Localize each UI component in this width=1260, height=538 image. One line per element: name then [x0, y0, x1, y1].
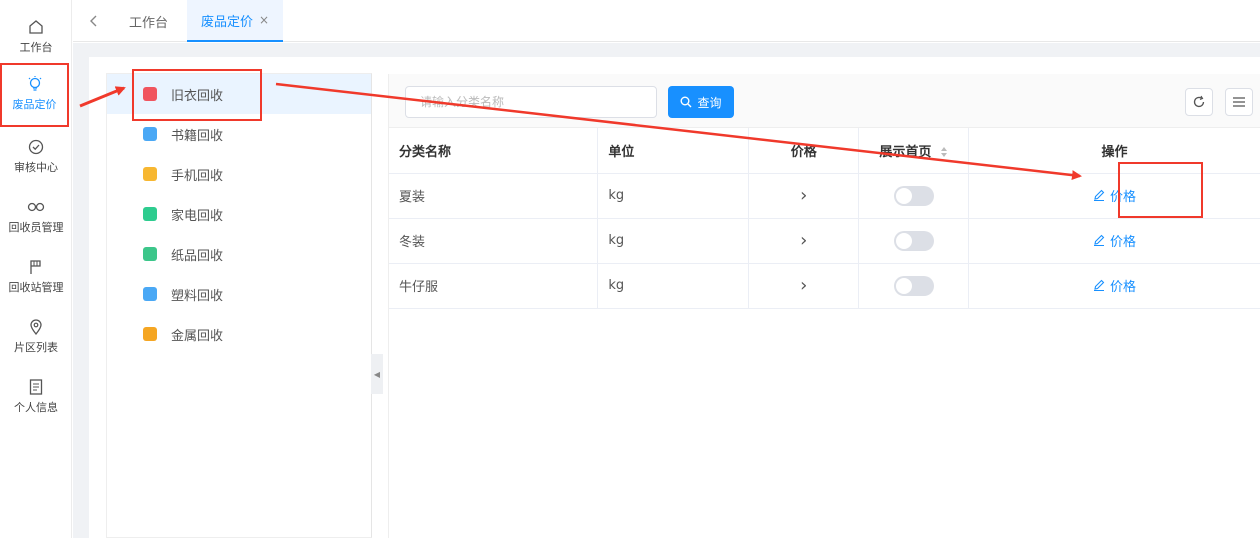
header-unit: 单位	[597, 128, 750, 174]
refresh-icon	[1193, 95, 1205, 108]
nav-label: 片区列表	[14, 341, 58, 354]
location-pin-icon	[27, 318, 45, 336]
header-show-home-label: 展示首页	[879, 144, 932, 160]
paper-icon	[143, 247, 157, 261]
cell-category-name: 牛仔服	[389, 263, 599, 309]
category-label: 塑料回收	[171, 288, 224, 304]
cell-unit: kg	[597, 173, 750, 219]
show-home-toggle[interactable]	[893, 275, 934, 296]
document-icon	[27, 378, 45, 396]
toolbar: 查询	[389, 74, 1260, 128]
header-actions: 操作	[968, 128, 1260, 174]
price-table: 分类名称 单位 价格 展示首页 操作 夏装 kg › 价格 冬装 kg › 价格…	[389, 128, 1260, 309]
nav-item-waste-pricing[interactable]: 废品定价	[0, 63, 69, 127]
show-home-toggle[interactable]	[893, 185, 934, 206]
category-item-metal[interactable]: 金属回收	[107, 314, 371, 354]
phone-icon	[143, 167, 157, 181]
table-row: 冬装 kg › 价格	[389, 218, 1260, 264]
show-home-toggle[interactable]	[893, 230, 934, 251]
table-row: 牛仔服 kg › 价格	[389, 263, 1260, 309]
check-circle-icon	[27, 138, 45, 156]
category-list: 旧衣回收 书籍回收 手机回收 家电回收 纸品回收 塑料回收 金属回收	[106, 73, 372, 538]
metal-icon	[143, 327, 157, 341]
nav-item-recycler-management[interactable]: 回收员管理	[0, 188, 72, 246]
cell-category-name: 冬装	[389, 218, 599, 264]
header-category-name: 分类名称	[389, 128, 599, 174]
category-item-appliances[interactable]: 家电回收	[107, 194, 371, 234]
book-icon	[143, 127, 157, 141]
plastic-icon	[143, 287, 157, 301]
edit-icon	[1093, 234, 1105, 247]
nav-label: 工作台	[19, 41, 53, 54]
annotation-highlight-category	[132, 69, 262, 121]
tab-waste-pricing[interactable]: 废品定价 ×	[187, 0, 284, 42]
category-label: 家电回收	[171, 208, 224, 224]
tab-workbench[interactable]: 工作台	[115, 0, 182, 42]
header-price: 价格	[748, 128, 860, 174]
category-label: 纸品回收	[171, 248, 224, 264]
cell-category-name: 夏装	[389, 173, 599, 219]
nav-label: 回收员管理	[8, 221, 64, 234]
cell-unit: kg	[597, 263, 750, 309]
refresh-button[interactable]	[1185, 88, 1213, 116]
nav-label: 审核中心	[14, 161, 58, 174]
back-button[interactable]	[85, 11, 103, 31]
pricing-panel: 查询 分类名称 单位 价格 展示首页 操作	[388, 74, 1260, 538]
category-item-paper[interactable]: 纸品回收	[107, 234, 371, 274]
cell-unit: kg	[597, 218, 750, 264]
side-nav: 工作台 废品定价 审核中心 回收员管理 回收站管理 片区列表 个人信息	[0, 0, 72, 538]
edit-price-link[interactable]: 价格	[1093, 276, 1136, 295]
collapse-handle[interactable]: ◀	[371, 354, 383, 394]
flag-icon	[27, 258, 45, 276]
infinity-icon	[27, 198, 45, 216]
annotation-highlight-price-action	[1118, 162, 1203, 218]
nav-label: 回收站管理	[8, 281, 64, 294]
category-label: 书籍回收	[171, 128, 224, 144]
tab-bar: 工作台 废品定价 ×	[73, 0, 1260, 42]
category-item-plastic[interactable]: 塑料回收	[107, 274, 371, 314]
nav-item-district-list[interactable]: 片区列表	[0, 308, 72, 366]
price-expand-chevron[interactable]: ›	[748, 218, 860, 264]
category-label: 金属回收	[171, 328, 224, 344]
nav-label: 废品定价	[12, 98, 57, 111]
tab-label: 废品定价	[201, 14, 254, 30]
edit-icon	[1093, 279, 1105, 292]
close-icon[interactable]: ×	[259, 13, 269, 27]
chevron-left-icon	[90, 15, 97, 27]
columns-button[interactable]	[1225, 88, 1253, 116]
sort-icon[interactable]	[940, 146, 948, 158]
appliance-icon	[143, 207, 157, 221]
nav-item-review-center[interactable]: 审核中心	[0, 128, 72, 186]
edit-icon	[1093, 189, 1105, 202]
query-button[interactable]: 查询	[668, 86, 734, 118]
edit-price-label: 价格	[1110, 279, 1137, 295]
category-item-phones[interactable]: 手机回收	[107, 154, 371, 194]
search-input[interactable]	[405, 86, 657, 118]
header-show-home[interactable]: 展示首页	[858, 128, 970, 174]
nav-item-station-management[interactable]: 回收站管理	[0, 248, 72, 306]
nav-item-personal-info[interactable]: 个人信息	[0, 368, 72, 426]
edit-price-label: 价格	[1110, 234, 1137, 250]
nav-item-workbench[interactable]: 工作台	[0, 8, 72, 66]
search-icon	[680, 96, 692, 108]
lightbulb-icon	[26, 75, 44, 93]
price-expand-chevron[interactable]: ›	[748, 173, 860, 219]
menu-icon	[1233, 97, 1245, 107]
nav-label: 个人信息	[14, 401, 58, 414]
category-label: 手机回收	[171, 168, 224, 184]
query-label: 查询	[697, 95, 722, 110]
price-expand-chevron[interactable]: ›	[748, 263, 860, 309]
tab-label: 工作台	[129, 15, 169, 31]
edit-price-link[interactable]: 价格	[1093, 231, 1136, 250]
home-icon	[27, 18, 45, 36]
